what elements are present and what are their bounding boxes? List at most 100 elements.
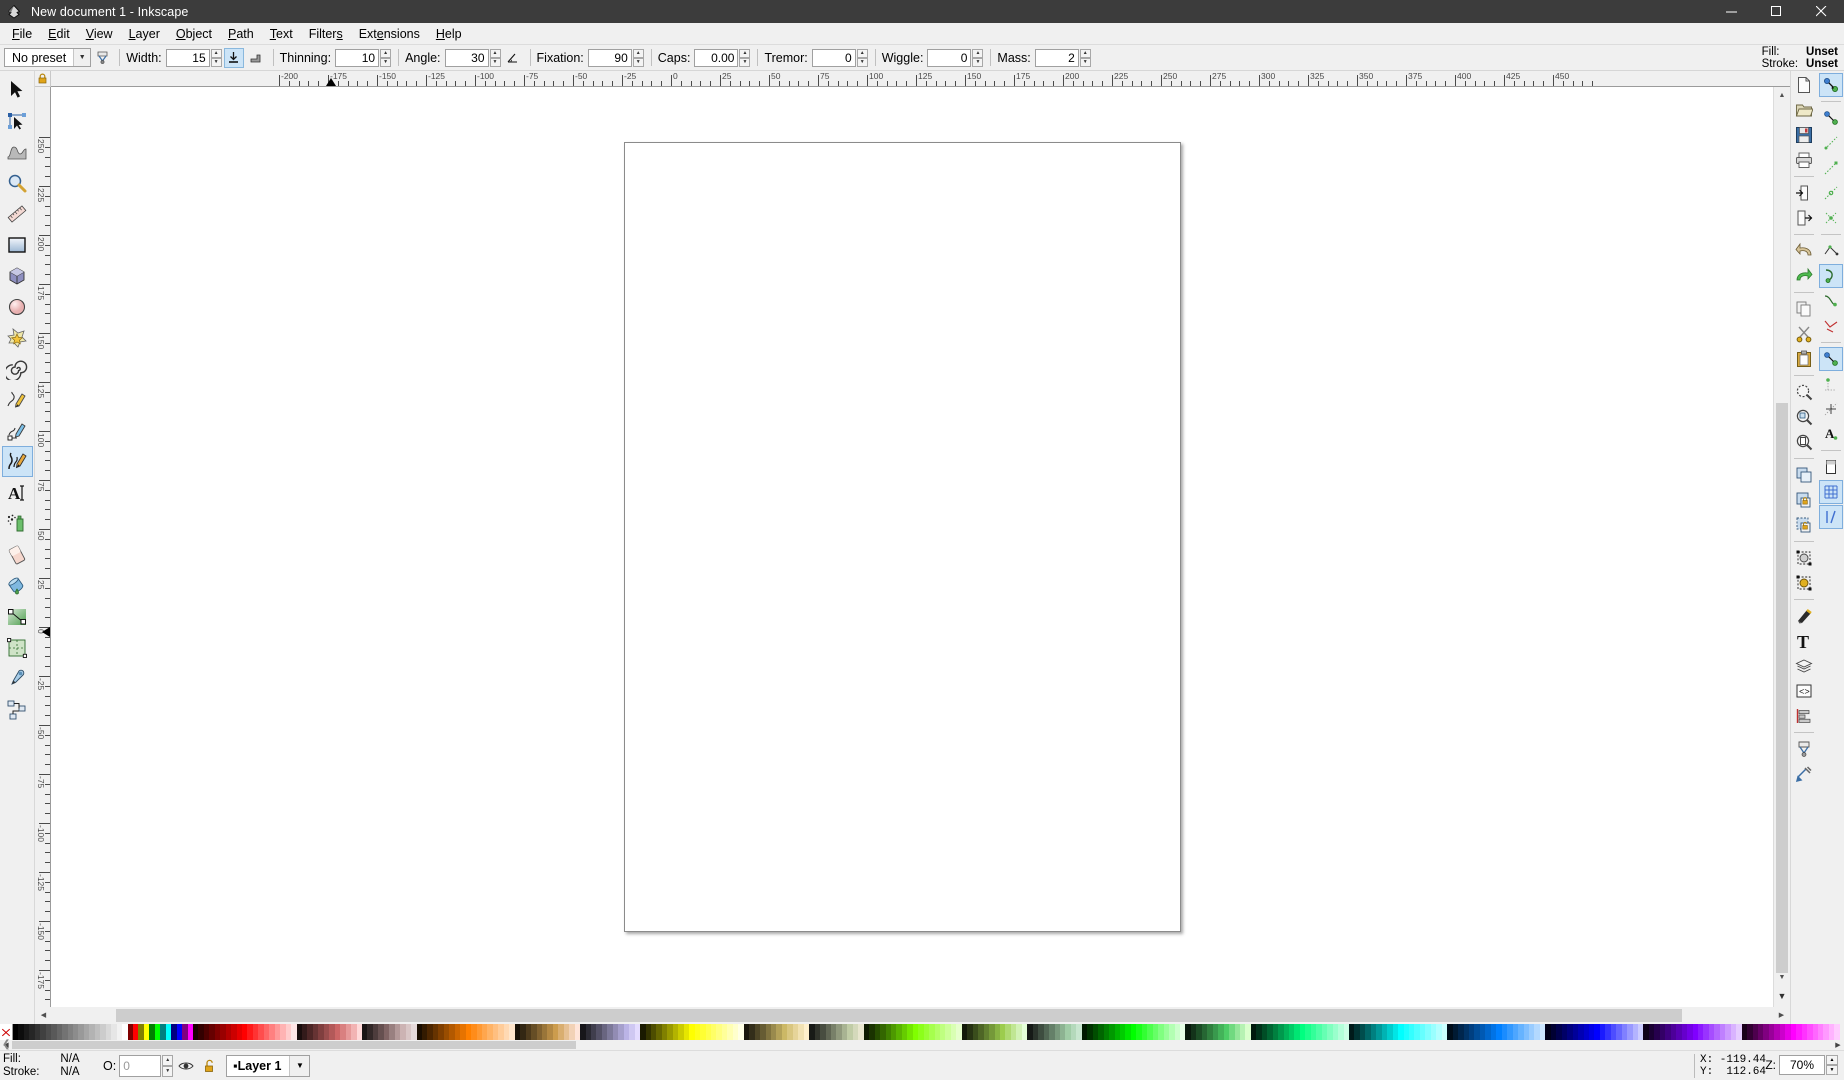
layers-dialog-icon[interactable] — [1792, 654, 1816, 678]
layer-visible-icon[interactable] — [176, 1056, 196, 1076]
menu-extensions[interactable]: Extensions — [351, 25, 428, 43]
menu-help[interactable]: Help — [428, 25, 470, 43]
fixation-spin-arrows[interactable]: ▲▼ — [633, 49, 644, 67]
caps-spin-arrows[interactable]: ▲▼ — [739, 49, 750, 67]
style-indicator[interactable]: Fill: Stroke: Unset Unset — [1762, 46, 1838, 70]
mesh-gradient-tool[interactable] — [2, 632, 33, 663]
menu-file[interactable]: File — [4, 25, 40, 43]
snap-page-border-icon[interactable] — [1819, 455, 1843, 479]
fill-stroke-dialog-icon[interactable] — [1792, 604, 1816, 628]
hscroll-track[interactable] — [52, 1007, 1773, 1024]
width-spin-arrows[interactable]: ▲▼ — [211, 49, 222, 67]
close-button[interactable] — [1799, 0, 1844, 23]
zoom-tool[interactable] — [2, 167, 33, 198]
eraser-tool[interactable] — [2, 539, 33, 570]
palette-scroll-thumb[interactable] — [12, 1041, 576, 1049]
dropper-tool[interactable] — [2, 663, 33, 694]
align-distribute-icon[interactable] — [1792, 704, 1816, 728]
menu-edit[interactable]: Edit — [40, 25, 78, 43]
duplicate-icon[interactable] — [1792, 463, 1816, 487]
snap-cusp-node-icon[interactable] — [1819, 314, 1843, 338]
zoom-selection-icon[interactable] — [1792, 380, 1816, 404]
text-tool[interactable]: A — [2, 477, 33, 508]
node-tool[interactable] — [2, 105, 33, 136]
snap-bounding-box-icon[interactable] — [1819, 106, 1843, 130]
tweak-tool[interactable] — [2, 136, 33, 167]
xml-editor-icon[interactable]: <> — [1792, 679, 1816, 703]
save-preset-icon[interactable] — [92, 48, 112, 68]
clip-icon[interactable] — [1792, 546, 1816, 570]
paste-icon[interactable] — [1792, 347, 1816, 371]
preset-combo[interactable]: No preset ▼ — [4, 48, 91, 67]
angle-spinner[interactable]: ▲▼ — [445, 49, 501, 67]
menu-layer[interactable]: Layer — [121, 25, 168, 43]
import-icon[interactable] — [1792, 181, 1816, 205]
zoom-input[interactable] — [1779, 1055, 1825, 1075]
export-icon[interactable] — [1792, 206, 1816, 230]
status-style-indicator[interactable]: Fill: Stroke: N/A N/A — [3, 1053, 93, 1079]
layer-unlocked-icon[interactable] — [200, 1056, 220, 1076]
rectangle-tool[interactable] — [2, 229, 33, 260]
wiggle-spin-arrows[interactable]: ▲▼ — [972, 49, 983, 67]
open-document-icon[interactable] — [1792, 98, 1816, 122]
palette-scrollbar[interactable]: ◀ ▶ — [0, 1040, 1844, 1050]
preferences-icon[interactable] — [1792, 737, 1816, 761]
caps-input[interactable] — [694, 49, 738, 67]
pencil-tool[interactable] — [2, 384, 33, 415]
mask-icon[interactable] — [1792, 571, 1816, 595]
ungroup-icon[interactable] — [1792, 513, 1816, 537]
vertical-scrollbar[interactable]: ▲ ▼ ▼ — [1773, 87, 1790, 1007]
palette-swatches[interactable] — [0, 1024, 1844, 1040]
tremor-input[interactable] — [812, 49, 856, 67]
scroll-left-button[interactable]: ◀ — [35, 1007, 52, 1023]
undo-icon[interactable] — [1792, 239, 1816, 263]
document-page[interactable] — [624, 142, 1181, 932]
new-document-icon[interactable] — [1792, 73, 1816, 97]
tremor-spinner[interactable]: ▲▼ — [812, 49, 868, 67]
mass-input[interactable] — [1035, 49, 1079, 67]
menu-view[interactable]: View — [78, 25, 121, 43]
save-document-icon[interactable] — [1792, 123, 1816, 147]
horizontal-ruler[interactable]: -200-175-150-125-100-75-50-2502550751001… — [51, 71, 1790, 87]
selector-tool[interactable] — [2, 74, 33, 105]
mass-spinner[interactable]: ▲▼ — [1035, 49, 1091, 67]
star-tool[interactable] — [2, 322, 33, 353]
angle-input[interactable] — [445, 49, 489, 67]
3dbox-tool[interactable] — [2, 260, 33, 291]
redo-icon[interactable] — [1792, 264, 1816, 288]
statusbar-expander-icon[interactable]: ❮ — [2, 1039, 10, 1050]
bezier-tool[interactable] — [2, 415, 33, 446]
print-document-icon[interactable] — [1792, 148, 1816, 172]
tremor-spin-arrows[interactable]: ▲▼ — [857, 49, 868, 67]
gradient-tool[interactable] — [2, 601, 33, 632]
opacity-spinner[interactable]: ▲▼ — [119, 1055, 173, 1077]
wiggle-input[interactable] — [927, 49, 971, 67]
ellipse-tool[interactable] — [2, 291, 33, 322]
layer-selector[interactable]: ▪Layer 1 ▼ — [226, 1055, 310, 1077]
use-tilt-icon[interactable] — [503, 48, 523, 68]
chevron-down-icon[interactable]: ▼ — [289, 1056, 309, 1076]
snap-bbox-center-icon[interactable] — [1819, 206, 1843, 230]
thinning-spin-arrows[interactable]: ▲▼ — [380, 49, 391, 67]
scroll-corner-button[interactable]: ▼ — [1774, 985, 1790, 1007]
width-spinner[interactable]: ▲▼ — [166, 49, 222, 67]
menu-object[interactable]: Object — [168, 25, 220, 43]
menu-text[interactable]: Text — [262, 25, 301, 43]
palette-scroll-right-icon[interactable]: ▶ — [1832, 1041, 1844, 1049]
zoom-page-icon[interactable] — [1792, 430, 1816, 454]
drawing-canvas[interactable] — [51, 87, 1773, 1007]
snap-nodes-icon[interactable] — [1819, 239, 1843, 263]
scroll-up-button[interactable]: ▲ — [1774, 87, 1790, 103]
spiral-tool[interactable] — [2, 353, 33, 384]
calligraphy-tool[interactable] — [2, 446, 33, 477]
opacity-spin-arrows[interactable]: ▲▼ — [162, 1055, 173, 1077]
group-icon[interactable] — [1792, 488, 1816, 512]
zoom-spin-arrows[interactable]: ▲▼ — [1826, 1055, 1838, 1075]
zoom-drawing-icon[interactable] — [1792, 405, 1816, 429]
snap-bbox-edge-icon[interactable] — [1819, 131, 1843, 155]
copy-icon[interactable] — [1792, 297, 1816, 321]
document-properties-icon[interactable] — [1792, 762, 1816, 786]
vscroll-thumb[interactable] — [1776, 403, 1788, 973]
connector-tool[interactable] — [2, 694, 33, 725]
thinning-input[interactable] — [335, 49, 379, 67]
